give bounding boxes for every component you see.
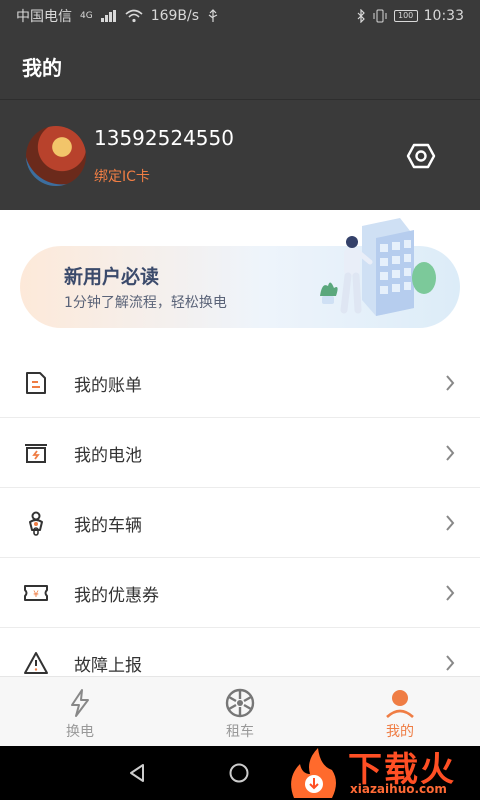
clock: 10:33 [423,8,464,24]
bluetooth-icon [357,9,365,23]
wifi-icon [125,9,143,23]
home-icon[interactable] [228,762,250,784]
back-icon[interactable] [126,762,148,784]
svg-text:¥: ¥ [33,590,39,600]
menu-item-label: 故障上报 [74,656,142,676]
usb-icon [208,9,218,22]
network-label: 4G [80,11,93,21]
tab-label: 换电 [66,724,94,740]
bill-icon [26,372,46,394]
person-icon [386,690,414,718]
network-speed: 169B/s [150,8,200,24]
tab-rent-vehicle[interactable]: 租车 [160,677,320,747]
menu-item-bill[interactable]: 我的账单 [0,348,480,418]
menu-item-label: 我的电池 [74,446,142,466]
menu-item-vehicle[interactable]: 我的车辆 [0,488,480,558]
carrier-label: 中国电信 [16,9,72,25]
battery-station-illustration [320,218,436,316]
menu-item-coupon[interactable]: ¥ 我的优惠券 [0,558,480,628]
menu-item-label: 我的车辆 [74,516,142,536]
banner-subtitle: 1分钟了解流程，轻松换电 [64,295,227,311]
wheel-icon [225,688,255,718]
menu-list: 我的账单 我的电池 我的车辆 ¥ 我的优惠券 故障上报 [0,348,480,698]
lightning-icon [71,689,89,717]
page-header: 我的 [0,32,480,100]
watermark-domain: xiazaihuo.com [350,782,447,796]
menu-item-label: 我的账单 [74,376,142,396]
page-title: 我的 [22,56,62,80]
tab-mine[interactable]: 我的 [320,677,480,747]
settings-icon[interactable] [406,141,436,171]
chevron-right-icon [446,585,455,601]
chevron-right-icon [446,445,455,461]
chevron-right-icon [446,655,455,671]
coupon-icon: ¥ [24,585,48,601]
battery-icon [25,444,47,463]
vibrate-icon [373,9,387,23]
status-bar: 中国电信 4G 169B/s 100 10:33 [0,0,480,32]
phone-number: 13592524550 [94,126,234,150]
signal-icon [100,10,117,22]
tab-swap-battery[interactable]: 换电 [0,677,160,747]
avatar[interactable] [26,126,86,186]
scooter-icon [29,511,43,536]
bottom-tab-bar: 换电 租车 我的 [0,676,480,746]
profile-section: 13592524550 绑定IC卡 [0,100,480,210]
chevron-right-icon [446,375,455,391]
menu-item-label: 我的优惠券 [74,586,159,606]
banner-title: 新用户必读 [64,266,160,288]
bind-ic-card-link[interactable]: 绑定IC卡 [94,166,150,186]
chevron-right-icon [446,515,455,531]
warning-icon [24,652,48,674]
menu-item-battery[interactable]: 我的电池 [0,418,480,488]
battery-indicator: 100 [393,10,418,22]
